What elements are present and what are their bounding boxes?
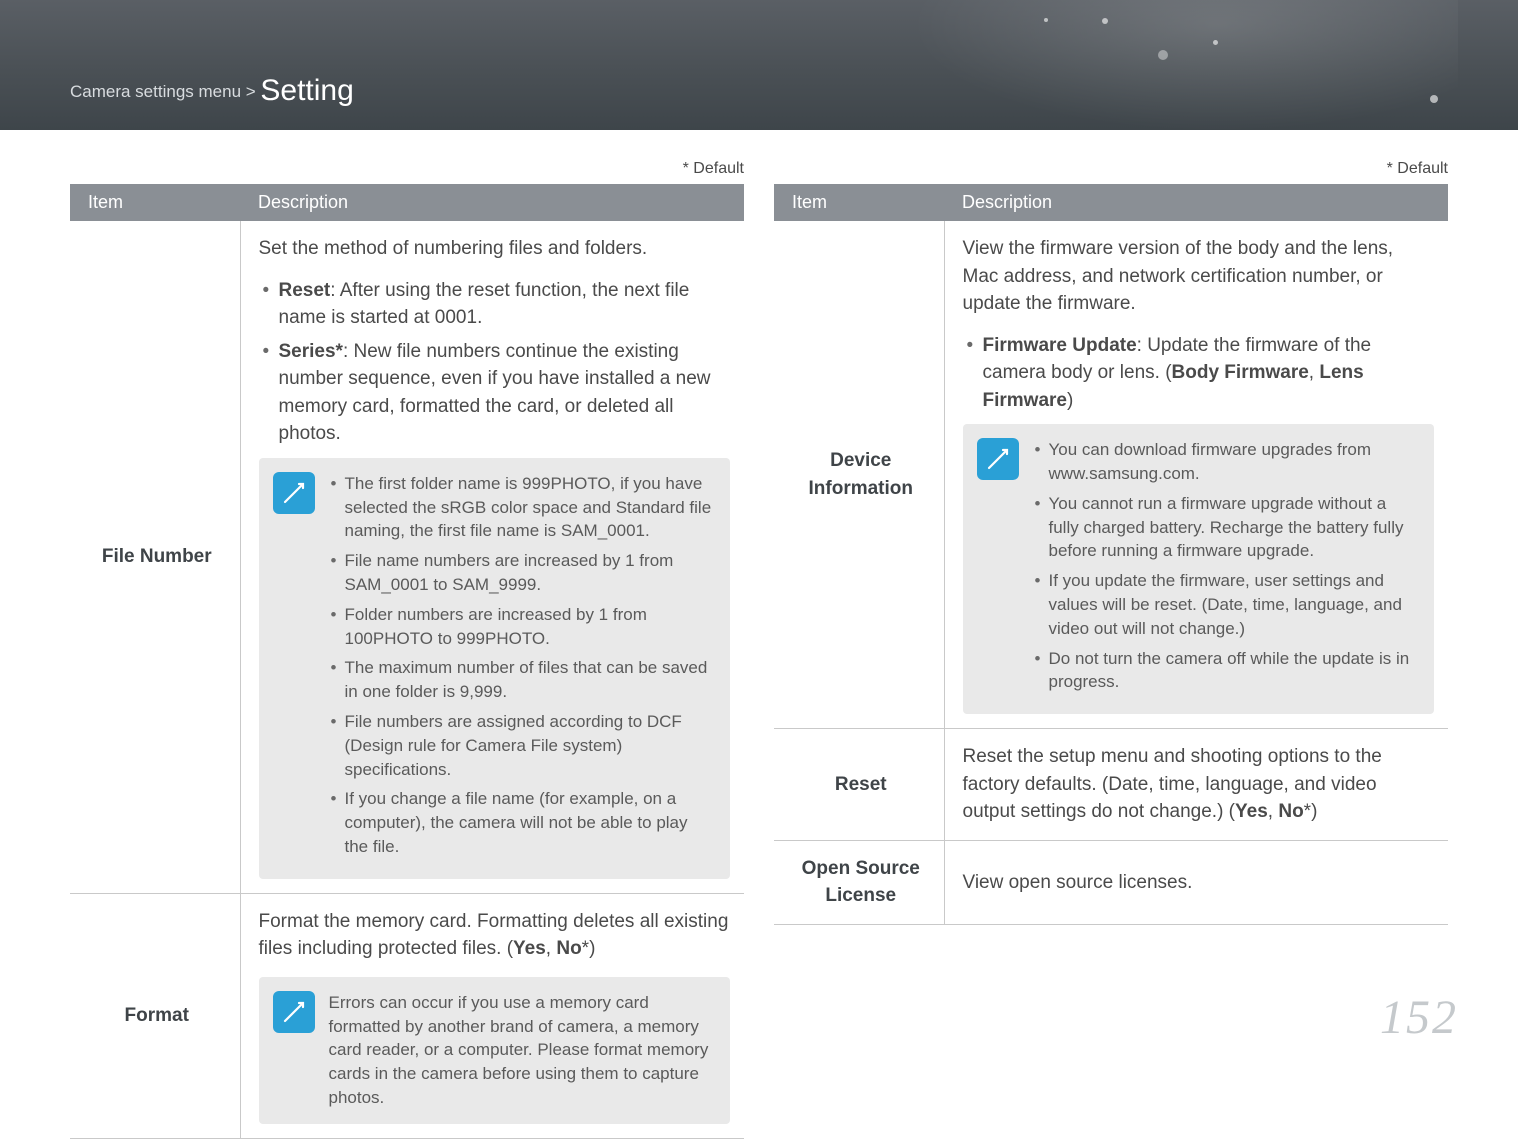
cell-open-source-desc: View open source licenses. — [944, 840, 1448, 924]
device-info-note: You can download firmware upgrades from … — [1033, 438, 1419, 486]
row-format: Format Format the memory card. Formattin… — [70, 893, 744, 1138]
breadcrumb: Camera settings menu > Setting — [70, 74, 354, 108]
row-device-information: Device Information View the firmware ver… — [774, 221, 1448, 729]
row-open-source-license: Open Source License View open source lic… — [774, 840, 1448, 924]
device-info-bullet-firmware: Firmware Update: Update the firmware of … — [965, 332, 1435, 415]
file-number-bullets: Reset: After using the reset function, t… — [259, 277, 731, 448]
format-intro: Format the memory card. Formatting delet… — [259, 908, 731, 963]
cell-file-number-label: File Number — [70, 221, 240, 893]
default-note-left: * Default — [70, 160, 744, 178]
left-column: * Default Item Description File Number S… — [70, 160, 744, 1139]
file-number-note: The first folder name is 999PHOTO, if yo… — [329, 472, 715, 543]
col-header-item: Item — [70, 184, 240, 221]
cell-reset-label: Reset — [774, 729, 944, 841]
col-header-description: Description — [944, 184, 1448, 221]
format-note-box: Errors can occur if you use a memory car… — [259, 977, 731, 1124]
file-number-note: Folder numbers are increased by 1 from 1… — [329, 603, 715, 651]
settings-table-left: Item Description File Number Set the met… — [70, 184, 744, 1139]
device-info-bullets: Firmware Update: Update the firmware of … — [963, 332, 1435, 415]
cell-open-source-label: Open Source License — [774, 840, 944, 924]
device-info-note: You cannot run a firmware upgrade withou… — [1033, 492, 1419, 563]
device-info-note-list: You can download firmware upgrades from … — [1033, 438, 1419, 700]
device-info-intro: View the firmware version of the body an… — [963, 235, 1435, 318]
file-number-note: File name numbers are increased by 1 fro… — [329, 549, 715, 597]
note-icon — [977, 438, 1019, 480]
file-number-bullet-series: Series*: New file numbers continue the e… — [261, 338, 731, 448]
file-number-note: If you change a file name (for example, … — [329, 787, 715, 858]
file-number-note: File numbers are assigned according to D… — [329, 710, 715, 781]
cell-reset-desc: Reset the setup menu and shooting option… — [944, 729, 1448, 841]
content-area: * Default Item Description File Number S… — [0, 130, 1518, 1139]
default-note-right: * Default — [774, 160, 1448, 178]
cell-format-desc: Format the memory card. Formatting delet… — [240, 893, 744, 1138]
cell-file-number-desc: Set the method of numbering files and fo… — [240, 221, 744, 893]
file-number-bullet-reset: Reset: After using the reset function, t… — [261, 277, 731, 332]
file-number-note-box: The first folder name is 999PHOTO, if yo… — [259, 458, 731, 879]
row-reset: Reset Reset the setup menu and shooting … — [774, 729, 1448, 841]
cell-device-info-label: Device Information — [774, 221, 944, 729]
file-number-note-list: The first folder name is 999PHOTO, if yo… — [329, 472, 715, 865]
file-number-intro: Set the method of numbering files and fo… — [259, 235, 731, 263]
device-info-note: If you update the firmware, user setting… — [1033, 569, 1419, 640]
breadcrumb-prefix: Camera settings menu > — [70, 82, 260, 101]
page-number: 152 — [1380, 990, 1458, 1045]
page-header: Camera settings menu > Setting — [0, 0, 1518, 130]
note-icon — [273, 472, 315, 514]
col-header-description: Description — [240, 184, 744, 221]
row-file-number: File Number Set the method of numbering … — [70, 221, 744, 893]
cell-format-label: Format — [70, 893, 240, 1138]
note-icon — [273, 991, 315, 1033]
device-info-note-box: You can download firmware upgrades from … — [963, 424, 1435, 714]
right-column: * Default Item Description Device Inform… — [774, 160, 1448, 1139]
cell-device-info-desc: View the firmware version of the body an… — [944, 221, 1448, 729]
settings-table-right: Item Description Device Information View… — [774, 184, 1448, 925]
file-number-note: The maximum number of files that can be … — [329, 656, 715, 704]
format-note-text: Errors can occur if you use a memory car… — [329, 991, 715, 1110]
breadcrumb-title: Setting — [260, 74, 353, 107]
device-info-note: Do not turn the camera off while the upd… — [1033, 647, 1419, 695]
col-header-item: Item — [774, 184, 944, 221]
